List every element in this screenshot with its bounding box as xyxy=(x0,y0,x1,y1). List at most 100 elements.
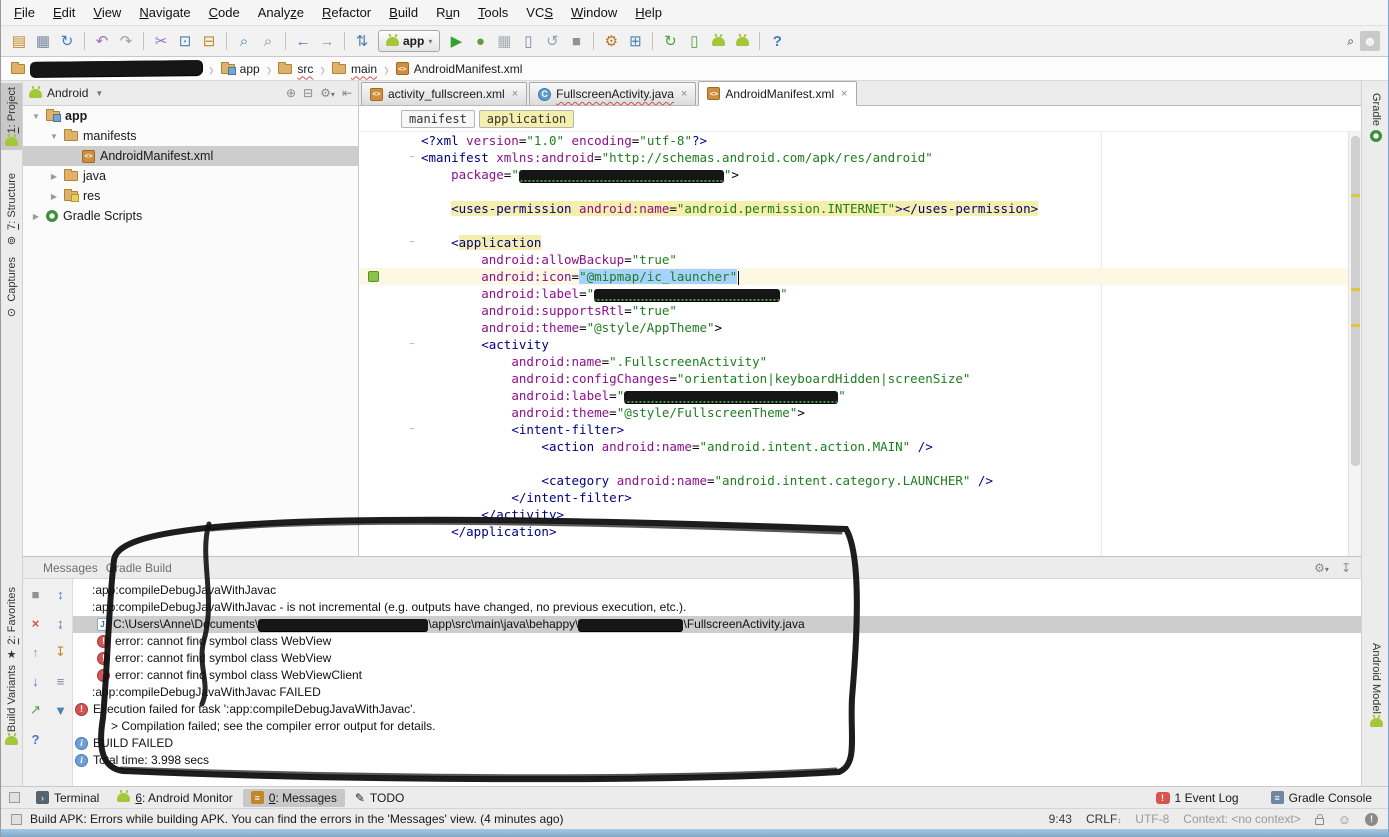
message-row[interactable]: iBUILD FAILED xyxy=(73,735,1361,752)
code-editor[interactable]: <?xml version="1.0" encoding="utf-8"?>−<… xyxy=(359,132,1361,556)
cut-icon[interactable]: ✂ xyxy=(150,30,172,52)
chevron-down-icon[interactable]: ▼ xyxy=(95,89,103,98)
avd-manager-icon[interactable]: ⚙ xyxy=(600,30,622,52)
warning-stripe-mark[interactable] xyxy=(1351,194,1360,197)
toolwindow-button-0-messages[interactable]: ≡0: Messages xyxy=(243,789,345,807)
hide-panel-icon[interactable]: ⇤ xyxy=(342,86,352,100)
copy-icon[interactable]: ⊡ xyxy=(174,30,196,52)
run-icon[interactable]: ▶ xyxy=(445,30,467,52)
back-icon[interactable]: ← xyxy=(292,30,314,52)
tool-window-switcher-icon[interactable] xyxy=(9,792,20,803)
message-row[interactable]: :app:compileDebugJavaWithJavac FAILED xyxy=(73,684,1361,701)
next-message-icon[interactable]: ↓ xyxy=(27,672,45,690)
breadcrumb-item[interactable]: <>AndroidManifest.xml xyxy=(394,62,525,76)
tree-item-app[interactable]: ▼app xyxy=(23,106,358,126)
highlighting-level-icon[interactable]: ! xyxy=(1365,813,1378,826)
event-log-button[interactable]: ! 1 Event Log xyxy=(1148,789,1247,807)
message-row[interactable]: :app:compileDebugJavaWithJavac xyxy=(73,582,1361,599)
context-selector[interactable]: Context: <no context> xyxy=(1183,812,1300,826)
forward-icon[interactable]: → xyxy=(316,30,338,52)
redo-icon[interactable]: ↷ xyxy=(115,30,137,52)
strip-button-2-favorites[interactable]: 2: Favorites★ xyxy=(1,583,22,665)
tree-item-java[interactable]: ▶java xyxy=(23,166,358,186)
user-icon[interactable]: ☻ xyxy=(1360,31,1380,51)
menu-build[interactable]: Build xyxy=(380,1,427,25)
warning-stripe-mark[interactable] xyxy=(1351,288,1360,291)
chevron-down-icon[interactable]: ▼ xyxy=(49,132,59,141)
open-in-editor-icon[interactable]: ↗ xyxy=(27,701,45,719)
help-icon[interactable]: ? xyxy=(766,30,788,52)
coverage-icon[interactable]: ▦ xyxy=(493,30,515,52)
profile-icon[interactable]: ↺ xyxy=(541,30,563,52)
breadcrumb-item[interactable]: main xyxy=(330,62,379,76)
strip-button-7-structure[interactable]: 7: Structure⊚ xyxy=(1,169,22,251)
menu-run[interactable]: Run xyxy=(427,1,469,25)
filter-icon[interactable]: ▼ xyxy=(52,701,70,719)
gradle-console-button[interactable]: ≡ Gradle Console xyxy=(1263,789,1380,807)
breadcrumb-chip-application[interactable]: application xyxy=(479,110,574,128)
status-message[interactable]: Build APK: Errors while building APK. Yo… xyxy=(30,812,564,826)
fold-marker-icon[interactable]: − xyxy=(409,336,415,353)
compare-icon[interactable]: ⇅ xyxy=(351,30,373,52)
locate-icon[interactable]: ⊕ xyxy=(286,86,296,100)
strip-button-android-model[interactable]: Android Model xyxy=(1362,639,1389,731)
search-icon[interactable]: ⌕ xyxy=(1347,34,1354,49)
strip-button-build-variants[interactable]: Build Variants xyxy=(1,661,22,749)
fold-marker-icon[interactable]: − xyxy=(409,234,415,251)
toolwindow-button-todo[interactable]: ✎TODO xyxy=(347,789,413,807)
project-view-selector[interactable]: Android xyxy=(47,86,88,100)
save-icon[interactable]: ▦ xyxy=(32,30,54,52)
expand-all-icon[interactable]: ↕ xyxy=(52,585,70,603)
lock-icon[interactable] xyxy=(1315,818,1324,825)
tab-close-icon[interactable]: × xyxy=(681,88,687,100)
menu-file[interactable]: File xyxy=(5,1,44,25)
project-structure-icon[interactable]: ⊞ xyxy=(624,30,646,52)
message-row[interactable]: iTotal time: 3.998 secs xyxy=(73,752,1361,769)
strip-button-gradle[interactable]: Gradle xyxy=(1362,89,1389,146)
menu-analyze[interactable]: Analyze xyxy=(249,1,313,25)
breadcrumb-item[interactable]: app xyxy=(219,62,262,76)
debug-icon[interactable]: ● xyxy=(469,30,491,52)
run-configuration-selector[interactable]: app▾ xyxy=(378,30,440,52)
menu-edit[interactable]: Edit xyxy=(44,1,84,25)
fold-marker-icon[interactable]: − xyxy=(409,421,415,438)
replace-icon[interactable]: ⌕ xyxy=(257,30,279,52)
chevron-right-icon[interactable]: ▶ xyxy=(49,192,59,201)
open-icon[interactable]: ▤ xyxy=(8,30,30,52)
menu-help[interactable]: Help xyxy=(626,1,671,25)
tab-activity-fullscreen-xml[interactable]: <>activity_fullscreen.xml× xyxy=(361,82,527,105)
console-view-icon[interactable]: ≡ xyxy=(52,672,70,690)
menu-refactor[interactable]: Refactor xyxy=(313,1,380,25)
collapse-all-icon[interactable]: ↨ xyxy=(52,614,70,632)
gear-icon[interactable]: ⚙▾ xyxy=(320,86,335,100)
tree-item-androidmanifest-xml[interactable]: <>AndroidManifest.xml xyxy=(23,146,358,166)
sync-files-icon[interactable]: ↻ xyxy=(56,30,78,52)
chevron-right-icon[interactable]: ▶ xyxy=(49,172,59,181)
warning-stripe-mark[interactable] xyxy=(1351,324,1360,327)
sdk-manager-icon[interactable] xyxy=(731,30,753,52)
gradle-sync-icon[interactable]: ↻ xyxy=(659,30,681,52)
launcher-icon-preview[interactable] xyxy=(368,271,379,282)
breadcrumb-item[interactable]: src xyxy=(276,62,315,76)
tab-close-icon[interactable]: × xyxy=(512,88,518,100)
tab-close-icon[interactable]: × xyxy=(841,88,847,100)
paste-icon[interactable]: ⊟ xyxy=(198,30,220,52)
breadcrumb-chip-manifest[interactable]: manifest xyxy=(401,110,475,128)
sdk-download-icon[interactable] xyxy=(707,30,729,52)
close-icon[interactable]: × xyxy=(27,614,45,632)
strip-button-captures[interactable]: Captures⊙ xyxy=(1,253,22,323)
tab-fullscreenactivity-java[interactable]: CFullscreenActivity.java× xyxy=(529,82,696,105)
tree-item-res[interactable]: ▶res xyxy=(23,186,358,206)
message-row[interactable]: JC:\Users\Anne\Documents\\app\src\main\j… xyxy=(73,616,1361,633)
line-separator-selector[interactable]: CRLF↕ xyxy=(1086,812,1121,826)
gear-icon[interactable]: ⚙▾ xyxy=(1314,561,1329,575)
rerun-icon[interactable]: ■ xyxy=(27,585,45,603)
message-row[interactable]: !error: cannot find symbol class WebView… xyxy=(73,667,1361,684)
menu-navigate[interactable]: Navigate xyxy=(130,1,199,25)
undo-icon[interactable]: ↶ xyxy=(91,30,113,52)
scrollbar-thumb[interactable] xyxy=(1351,136,1360,466)
file-encoding[interactable]: UTF-8 xyxy=(1135,812,1169,826)
hector-icon[interactable]: ☺ xyxy=(1338,812,1351,827)
hide-panel-icon[interactable]: ↧ xyxy=(1341,561,1351,575)
menu-vcs[interactable]: VCS xyxy=(517,1,562,25)
